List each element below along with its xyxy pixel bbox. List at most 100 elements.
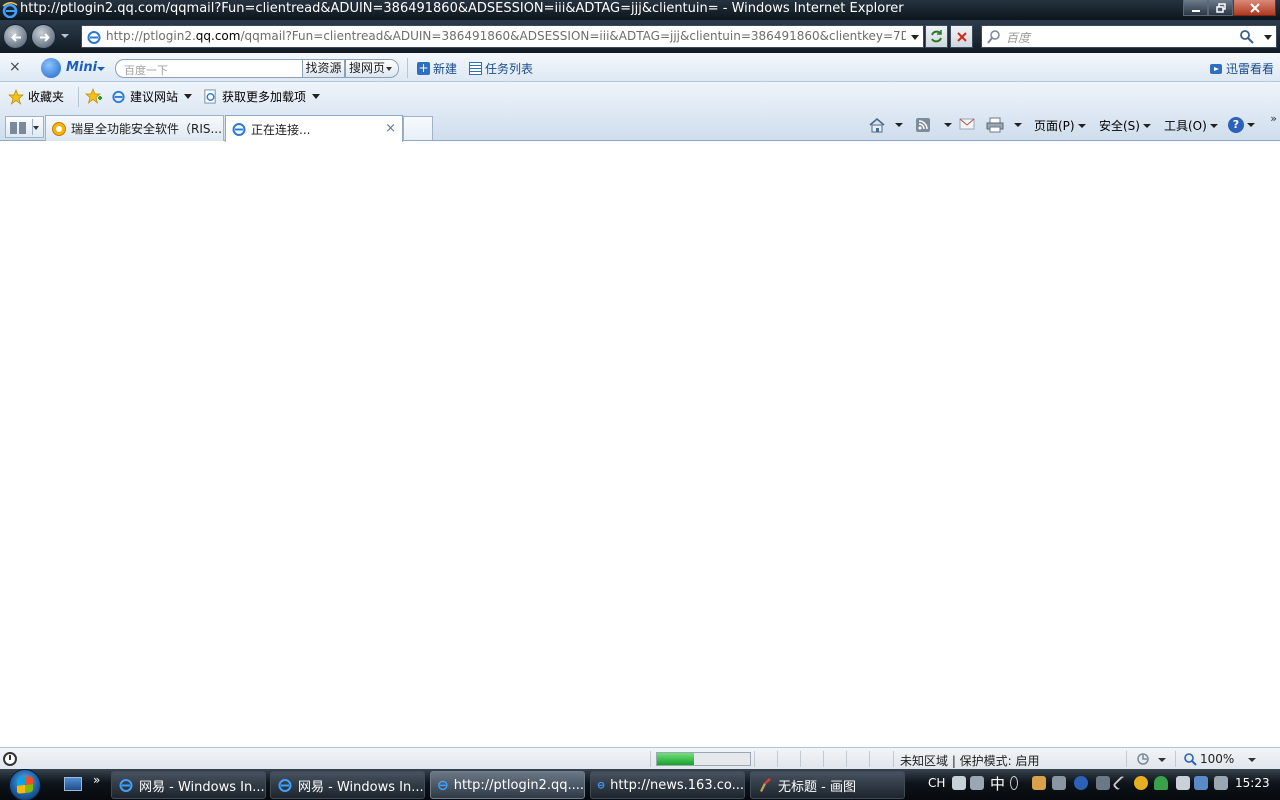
system-tray: CH 中 15:23 [924,769,1280,800]
restore-icon [1215,2,1226,13]
show-desktop-icon[interactable] [64,777,82,791]
ie-icon [278,779,292,792]
new-tab-button[interactable] [403,116,433,140]
ie-logo-icon [2,2,18,18]
zoom-level[interactable]: 100% [1184,752,1234,766]
tray-tool-icon[interactable] [1052,776,1066,790]
back-arrow-icon [11,33,21,42]
feeds-button[interactable] [915,117,952,133]
start-button[interactable] [6,769,48,800]
feeds-dropdown-icon[interactable] [944,123,952,127]
mail-icon [959,118,975,130]
xunlei-kankan-button[interactable]: 迅雷看看 [1209,60,1274,77]
home-dropdown-icon[interactable] [895,123,903,127]
task-list-button[interactable]: 任务列表 [469,60,533,77]
favorites-star-icon [8,88,24,105]
mini-logo-icon[interactable] [41,58,61,78]
qq-icon[interactable] [1134,776,1148,790]
smartscreen-dropdown-icon[interactable] [1158,758,1166,762]
taskbar-item[interactable]: 网易 - Windows In... [270,771,425,799]
tray-help-icon[interactable] [1074,776,1088,790]
volume-icon[interactable] [1214,776,1228,790]
stop-icon [956,31,967,42]
more-addons-button[interactable]: 获取更多加载项 [203,88,321,105]
forward-button[interactable] [31,24,56,49]
help-menu[interactable]: ? [1228,117,1255,133]
chevron-down-icon [312,94,321,99]
close-window-button[interactable] [1233,0,1276,16]
tray-expand-icon[interactable] [1112,775,1128,791]
minimize-button[interactable] [1183,0,1208,16]
address-url[interactable]: http://ptlogin2.qq.com/qqmail?Fun=client… [106,29,906,43]
search-options-dropdown-icon[interactable] [1264,35,1272,40]
zoom-dropdown-icon[interactable] [1248,758,1256,762]
tray-umbrella-icon[interactable] [1154,776,1168,790]
home-button[interactable] [868,117,903,133]
more-commands-chevron-icon[interactable]: » [1270,112,1277,125]
search-web-button[interactable]: 搜网页 [345,59,399,78]
safety-menu[interactable]: 安全(S) [1099,117,1151,134]
ie-icon [119,779,133,792]
forward-arrow-icon [40,33,50,42]
find-resource-button[interactable]: 找资源 [302,59,345,78]
tab-close-icon[interactable]: × [385,121,396,136]
refresh-button[interactable] [925,25,948,48]
page-menu[interactable]: 页面(P) [1034,117,1086,134]
back-button[interactable] [3,24,28,49]
window-title: http://ptlogin2.qq.com/qqmail?Fun=client… [20,1,904,16]
new-button[interactable]: + 新建 [417,60,457,77]
smartscreen-filter-icon[interactable] [1135,752,1151,766]
ie-icon [438,780,448,791]
address-bar[interactable]: http://ptlogin2.qq.com/qqmail?Fun=client… [81,25,924,48]
tray-monitor-icon[interactable] [1194,776,1208,790]
taskbar-item[interactable]: http://news.163.co... [590,771,745,799]
close-icon [1249,2,1260,13]
tray-network-icon[interactable] [1096,776,1110,790]
tools-menu[interactable]: 工具(O) [1164,117,1218,134]
quicklaunch-more-icon[interactable]: » [93,773,100,787]
ime-mode-indicator[interactable]: 中 [990,773,1005,794]
page-content[interactable] [0,142,1280,747]
favorites-button[interactable]: 收藏夹 [8,88,64,105]
punctuation-icon[interactable] [1010,776,1018,790]
stop-button[interactable] [950,25,973,48]
taskbar-item[interactable]: 网易 - Windows In... [111,771,266,799]
quick-tabs-button[interactable] [5,116,44,138]
title-bar: http://ptlogin2.qq.com/qqmail?Fun=client… [0,0,1280,20]
ie-favicon-icon [232,123,246,136]
search-icon[interactable] [1240,30,1254,44]
search-box[interactable]: 百度 [981,25,1277,48]
add-to-favorites-button[interactable] [85,88,102,104]
tab-rising[interactable]: 瑞星全功能安全软件（RIS... [45,115,224,141]
restore-button[interactable] [1208,0,1233,16]
chevron-down-icon [1209,123,1218,128]
read-mail-button[interactable] [959,117,975,131]
page-icon [87,31,101,44]
language-indicator[interactable]: CH [928,776,945,790]
print-dropdown-icon[interactable] [1014,123,1022,127]
print-button[interactable] [986,117,1022,133]
refresh-icon [931,30,942,43]
chevron-down-icon [1142,123,1151,128]
tray-device-icon[interactable] [1176,776,1190,790]
recent-pages-dropdown[interactable] [61,34,69,38]
chevron-down-icon [184,94,193,99]
loading-progress-bar [656,752,751,766]
mini-toolbar-close-button[interactable]: × [9,59,21,75]
zoom-icon [1184,752,1197,766]
input-method-icon[interactable] [952,776,966,790]
tray-app-icon[interactable] [1032,776,1046,790]
chevron-down-icon [1247,123,1255,127]
keyboard-icon[interactable] [970,776,984,790]
address-dropdown-icon[interactable] [911,35,919,40]
clock[interactable]: 15:23 [1235,776,1270,790]
tab-connecting[interactable]: 正在连接... × [225,115,403,142]
taskbar-item[interactable]: 无标题 - 画图 [750,771,905,799]
suggested-sites-button[interactable]: 建议网站 [111,88,193,105]
security-zone-status[interactable]: 未知区域 | 保护模式: 启用 [900,752,1040,769]
taskbar-item[interactable]: http://ptlogin2.qq.... [430,771,585,799]
mini-label[interactable]: Mini [66,60,97,75]
mini-dropdown-icon[interactable] [97,67,105,71]
tab-list-dropdown-icon[interactable] [33,126,39,130]
mini-search-input[interactable]: 百度一下 [115,59,303,78]
